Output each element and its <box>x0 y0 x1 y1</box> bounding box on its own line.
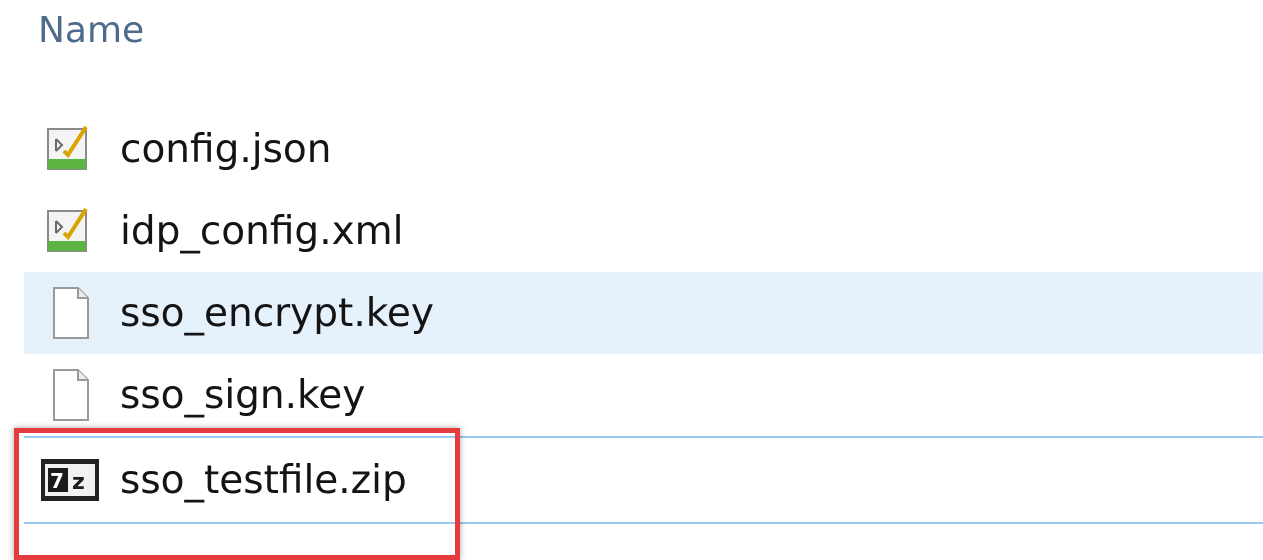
file-row-sso-testfile-zip[interactable]: 7 z sso_testfile.zip <box>24 436 1263 524</box>
svg-text:7: 7 <box>50 469 64 493</box>
file-name: config.json <box>120 126 332 172</box>
file-name: sso_encrypt.key <box>120 290 434 336</box>
blank-file-icon <box>40 365 100 425</box>
7z-archive-icon: 7 z <box>40 450 100 510</box>
json-file-icon <box>40 119 100 179</box>
file-row-config-json[interactable]: config.json <box>24 108 1263 190</box>
file-name: idp_config.xml <box>120 208 404 254</box>
blank-file-icon <box>40 283 100 343</box>
xml-file-icon <box>40 201 100 261</box>
file-row-sso-sign-key[interactable]: sso_sign.key <box>24 354 1263 436</box>
file-row-idp-config-xml[interactable]: idp_config.xml <box>24 190 1263 272</box>
file-name: sso_testfile.zip <box>120 457 407 503</box>
name-column-header[interactable]: Name <box>38 10 144 51</box>
file-row-sso-encrypt-key[interactable]: sso_encrypt.key <box>24 272 1263 354</box>
svg-text:z: z <box>72 470 85 495</box>
file-name: sso_sign.key <box>120 372 366 418</box>
file-list: config.json idp_config.xml sso_encrypt.k… <box>24 108 1263 524</box>
